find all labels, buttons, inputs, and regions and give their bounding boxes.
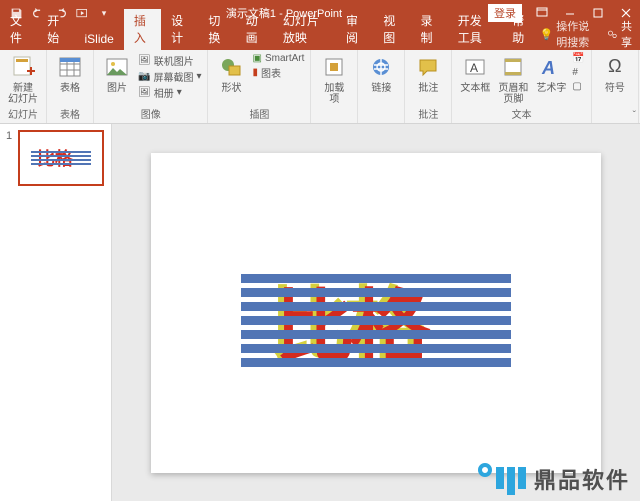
group-images: 图片 🖼联机图片 📷屏幕截图 ▾ 🖼相册 ▾ 图像 [94,50,208,123]
tab-view[interactable]: 视图 [373,9,410,50]
share-button[interactable]: 共享 [607,18,632,50]
tab-dev[interactable]: 开发工具 [448,9,503,50]
ribbon: 新建 幻灯片 幻灯片 表格 表格 图片 🖼联机图片 📷屏幕截图 ▾ 🖼相册 ▾ … [0,50,640,124]
workarea: 1 比格 比格 比格 [0,124,640,501]
shapes-icon [217,53,245,81]
date-time-icon[interactable]: 📅 [572,53,584,64]
tab-slideshow[interactable]: 幻灯片放映 [273,9,336,50]
slide-canvas[interactable]: 比格 比格 [151,153,601,473]
tab-design[interactable]: 设计 [161,9,198,50]
header-footer-button[interactable]: 页眉和页脚 [496,53,530,105]
photo-album-button[interactable]: 🖼相册 ▾ [138,85,182,100]
globe-icon: 🖼 [138,55,151,66]
tab-help[interactable]: 帮助 [502,9,539,50]
object-icon[interactable]: ▢ [572,81,581,92]
picture-button[interactable]: 图片 [100,53,134,94]
textbox-button[interactable]: A 文本框 [458,53,492,94]
tab-islide[interactable]: iSlide [75,29,124,50]
group-addins: 加载 项 [311,50,358,123]
online-pictures-button[interactable]: 🖼联机图片 [138,53,194,68]
svg-text:A: A [541,58,555,78]
tab-review[interactable]: 审阅 [336,9,373,50]
collapse-ribbon-icon[interactable]: ˇ [633,110,636,121]
smartart-button[interactable]: ▣SmartArt [252,53,304,64]
svg-text:A: A [470,61,478,75]
new-slide-button[interactable]: 新建 幻灯片 [6,53,40,105]
group-links: 链接 [358,50,405,123]
tab-animation[interactable]: 动画 [236,9,273,50]
slide-thumbnail-1[interactable]: 比格 [18,130,104,186]
watermark-logo-icon [478,463,526,495]
lightbulb-icon: 💡 [540,28,554,41]
watermark: 鼎品软件 [478,463,630,495]
group-text: A 文本框 页眉和页脚 A 艺术字 📅 # ▢ 文本 [452,50,591,123]
redo-icon[interactable] [52,5,68,21]
group-slides: 新建 幻灯片 幻灯片 [0,50,47,123]
qat-customize-icon[interactable]: ▾ [96,5,112,21]
ribbon-tabs: 文件 开始 iSlide 插入 设计 切换 动画 幻灯片放映 审阅 视图 录制 … [0,26,640,50]
album-icon: 🖼 [138,87,151,98]
group-tables: 表格 表格 [47,50,94,123]
comment-button[interactable]: 批注 [411,53,445,94]
symbol-button[interactable]: Ω 符号 [598,53,632,94]
addins-button[interactable]: 加载 项 [317,53,351,105]
group-illustrations: 形状 ▣SmartArt ▮图表 插图 [208,50,311,123]
wordart-icon: A [537,53,565,81]
textbox-icon: A [461,53,489,81]
tab-insert[interactable]: 插入 [124,9,161,50]
shapes-button[interactable]: 形状 [214,53,248,94]
thumb-index: 1 [6,130,14,186]
screenshot-icon: 📷 [138,71,150,82]
watermark-text: 鼎品软件 [534,463,630,495]
link-icon [367,53,395,81]
tell-me-search[interactable]: 💡 操作说明搜索 [540,18,597,50]
wordart-object[interactable]: 比格 比格 [241,260,511,365]
header-footer-icon [499,53,527,81]
slide-thumbnails-panel: 1 比格 [0,124,112,501]
group-comments: 批注 批注 [405,50,452,123]
symbol-icon: Ω [601,53,629,81]
slide-number-icon[interactable]: # [572,67,578,78]
screenshot-button[interactable]: 📷屏幕截图 ▾ [138,69,201,84]
wordart-button[interactable]: A 艺术字 [534,53,568,94]
new-slide-icon [9,53,37,81]
comment-icon [414,53,442,81]
smartart-icon: ▣ [252,53,261,64]
table-button[interactable]: 表格 [53,53,87,94]
undo-icon[interactable] [30,5,46,21]
picture-icon [103,53,131,81]
chart-button[interactable]: ▮图表 [252,65,281,80]
slide-editor-area[interactable]: 比格 比格 [112,124,640,501]
addin-icon [320,53,348,81]
table-icon [56,53,84,81]
share-icon [607,29,618,40]
tab-record[interactable]: 录制 [410,9,447,50]
start-from-beginning-icon[interactable] [74,5,90,21]
save-icon[interactable] [8,5,24,21]
link-button[interactable]: 链接 [364,53,398,94]
tab-transition[interactable]: 切换 [198,9,235,50]
chart-icon: ▮ [252,67,258,78]
quick-access-toolbar: ▾ [0,5,120,21]
